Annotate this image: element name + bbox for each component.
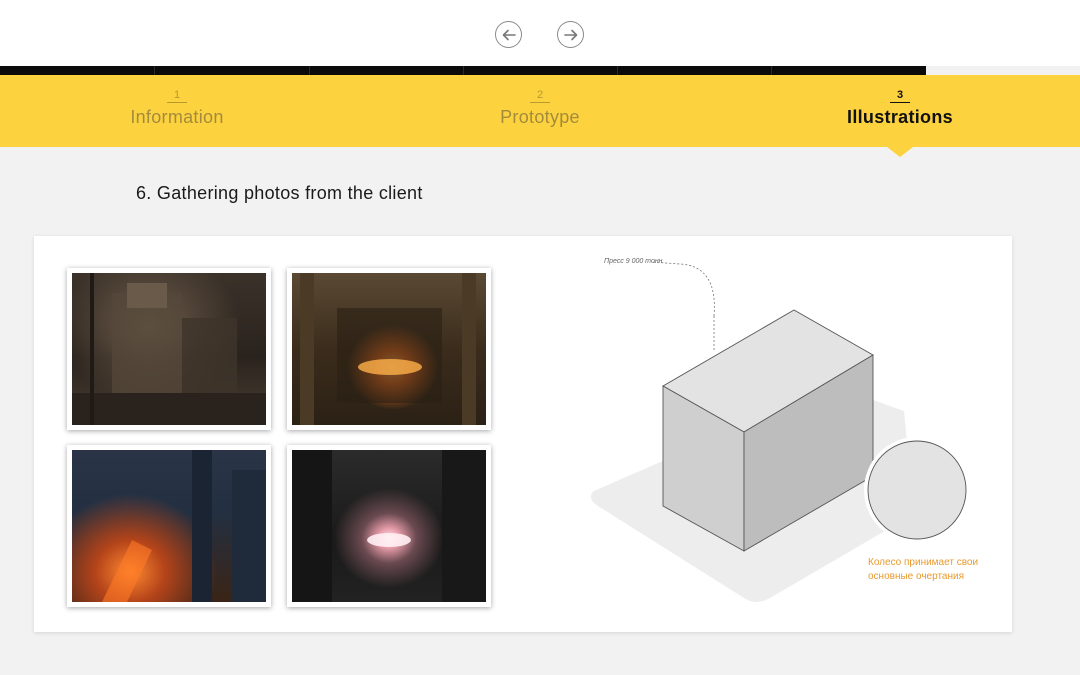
arrow-left-icon (502, 29, 516, 40)
step-number: 1 (167, 89, 187, 103)
content-card: Пресс 9 000 тонн Колесо принимает свои о… (34, 236, 1012, 632)
step-label: Prototype (500, 107, 580, 127)
photo-press-machine (67, 268, 271, 430)
prev-button[interactable] (495, 21, 522, 48)
step-label: Information (130, 107, 224, 127)
step-prototype[interactable]: 2 Prototype (420, 85, 660, 128)
wheel-callout: Колесо принимает свои основные очертания (868, 557, 979, 582)
photo-dark-furnace (287, 445, 491, 607)
step-label: Illustrations (847, 107, 953, 127)
press-callout: Пресс 9 000 тонн (604, 258, 663, 265)
photo-forge-glow (287, 268, 491, 430)
active-step-pointer (887, 147, 913, 157)
step-information[interactable]: 1 Information (57, 85, 297, 128)
next-button[interactable] (557, 21, 584, 48)
step-number: 2 (530, 89, 550, 103)
top-bar (0, 0, 1080, 66)
arrow-right-icon (563, 29, 577, 40)
steps-bar: 1 Information 2 Prototype 3 Illustration… (0, 75, 1080, 147)
photo-molten-metal (67, 445, 271, 607)
section-title: 6. Gathering photos from the client (136, 183, 423, 203)
step-number: 3 (890, 89, 910, 103)
progress-bar (0, 66, 926, 75)
step-illustrations[interactable]: 3 Illustrations (780, 85, 1020, 128)
